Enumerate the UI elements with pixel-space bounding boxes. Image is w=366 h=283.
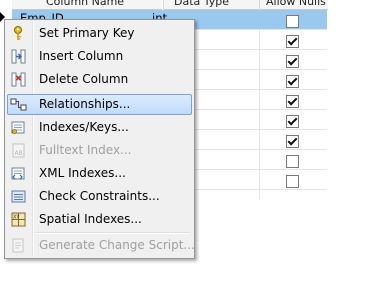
menu-item-fulltext-index: AB Fulltext Index...	[7, 140, 192, 161]
menu-item-check-constraints[interactable]: Check Constraints...	[7, 186, 192, 207]
column-header-allow-nulls[interactable]: Allow Nulls	[259, 0, 328, 10]
column-header-name-label: Column Name	[46, 0, 125, 8]
allow-nulls-checkbox[interactable]	[286, 55, 299, 68]
menu-item-relationships[interactable]: Relationships...	[7, 94, 192, 115]
spatial-indexes-icon: XY	[10, 211, 27, 228]
menu-separator	[35, 232, 190, 234]
allow-nulls-checkbox[interactable]	[286, 75, 299, 88]
menu-item-label: Set Primary Key	[39, 26, 135, 40]
menu-item-indexes-keys[interactable]: Indexes/Keys...	[7, 117, 192, 138]
check-constraints-icon	[10, 188, 27, 205]
insert-column-icon	[10, 48, 27, 65]
menu-item-label: XML Indexes...	[39, 166, 126, 180]
allow-nulls-checkbox[interactable]	[286, 175, 299, 188]
relationships-icon	[10, 96, 27, 113]
menu-item-label: Indexes/Keys...	[39, 120, 129, 134]
menu-item-label: Insert Column	[39, 49, 124, 63]
allow-nulls-checkbox[interactable]	[286, 155, 299, 168]
menu-item-label: Generate Change Script...	[39, 238, 195, 252]
menu-item-generate-change-script: Generate Change Script...	[7, 235, 195, 256]
allow-nulls-checkbox[interactable]	[286, 15, 299, 28]
column-header-type[interactable]: Data Type	[163, 0, 259, 10]
svg-text:XY: XY	[13, 215, 20, 221]
menu-item-label: Spatial Indexes...	[39, 212, 142, 226]
svg-text:AB: AB	[15, 150, 23, 157]
generate-script-icon	[10, 237, 27, 254]
xml-indexes-icon	[10, 165, 27, 182]
menu-item-delete-column[interactable]: Delete Column	[7, 69, 192, 90]
menu-item-insert-column[interactable]: Insert Column	[7, 46, 192, 67]
allow-nulls-checkbox[interactable]	[286, 35, 299, 48]
menu-item-spatial-indexes[interactable]: XY Spatial Indexes...	[7, 209, 192, 230]
menu-item-label: Relationships...	[39, 97, 131, 111]
menu-item-xml-indexes[interactable]: XML Indexes...	[7, 163, 192, 184]
allow-nulls-checkbox[interactable]	[286, 115, 299, 128]
menu-item-label: Fulltext Index...	[39, 143, 132, 157]
column-header-name[interactable]: Column Name	[12, 0, 162, 10]
context-menu: Set Primary Key Insert Column Delete Col…	[4, 19, 195, 259]
menu-item-set-primary-key[interactable]: Set Primary Key	[7, 23, 192, 44]
allow-nulls-checkbox[interactable]	[286, 95, 299, 108]
column-header-allow-nulls-label: Allow Nulls	[266, 0, 326, 8]
delete-column-icon	[10, 71, 27, 88]
column-header-type-label: Data Type	[174, 0, 230, 8]
allow-nulls-checkbox[interactable]	[286, 135, 299, 148]
key-icon	[10, 25, 27, 42]
fulltext-index-icon: AB	[10, 142, 27, 159]
menu-item-label: Delete Column	[39, 72, 129, 86]
menu-item-label: Check Constraints...	[39, 189, 160, 203]
indexes-keys-icon	[10, 119, 27, 136]
